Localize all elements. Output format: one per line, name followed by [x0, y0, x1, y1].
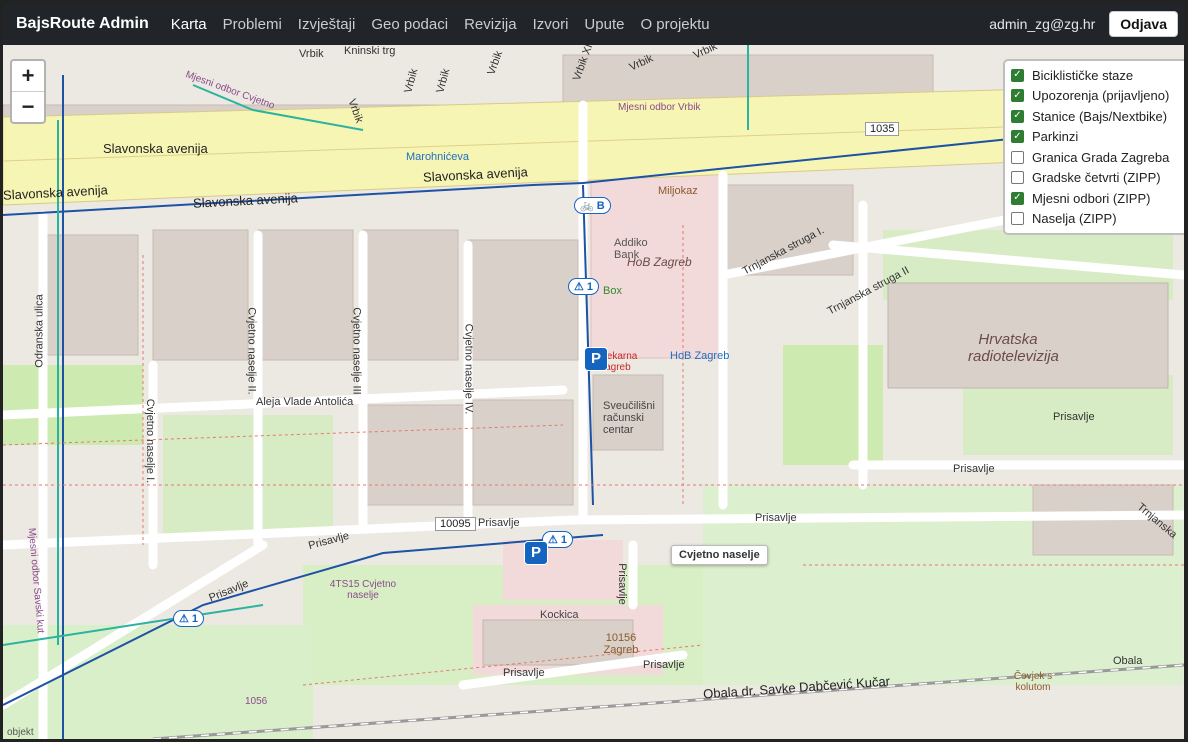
layer-label: Stanice (Bajs/Nextbike) [1032, 108, 1168, 124]
warning-marker[interactable]: ⚠ 1 [173, 610, 205, 627]
zoom-in-button[interactable]: + [12, 61, 44, 92]
nav-revizija[interactable]: Revizija [464, 16, 517, 33]
layer-label: Upozorenja (prijavljeno) [1032, 88, 1170, 104]
layer-local-boards[interactable]: ✓ Mjesni odbori (ZIPP) [1011, 188, 1184, 209]
checkbox[interactable] [1011, 171, 1024, 185]
logout-button[interactable]: Odjava [1109, 11, 1178, 37]
nav-problemi[interactable]: Problemi [223, 16, 282, 33]
checkbox[interactable]: ✓ [1011, 191, 1024, 205]
map-label-prisavlje: Prisavlje [755, 512, 797, 524]
map-label-miljokaz: Miljokaz [658, 185, 698, 197]
map-label-vrbik: Vrbik [299, 48, 324, 60]
station-marker[interactable]: 🚲 B [574, 197, 611, 214]
station-label: B [596, 200, 605, 212]
layer-districts[interactable]: Gradske četvrti (ZIPP) [1011, 168, 1184, 189]
map-label-mjesni-odbor-vrbik: Mjesni odbor Vrbik [618, 102, 701, 113]
map-label-ljekarna: Ljekarna Zagreb [599, 351, 638, 373]
map-label-4ts15: 4TS15 Cvjetno naselje [329, 579, 397, 601]
map-label-odranska: Odranska ulica [33, 294, 46, 368]
map-label-covjek: Čovjek s kolutom [1013, 671, 1053, 693]
layers-control: ✓ Biciklističke staze ✓ Upozorenja (prijav… [1003, 59, 1184, 235]
navbar: BajsRoute Admin Karta Problemi Izvještaj… [3, 3, 1184, 45]
layer-parking[interactable]: ✓ Parkinzi [1011, 127, 1184, 148]
map-label-aleja: Aleja Vlade Antolića [256, 396, 354, 408]
layer-label: Biciklističke staze [1032, 67, 1134, 83]
layer-label: Granica Grada Zagreba [1032, 149, 1170, 165]
map-label-hrt: Hrvatska radiotelevizija [968, 331, 1059, 365]
layer-label: Gradske četvrti (ZIPP) [1032, 170, 1161, 186]
map-label-cvjetno-iv: Cvjetno naselje IV. [462, 323, 475, 415]
map-label-hob-car: HoB Zagreb [670, 350, 730, 362]
map-label-box: Box [603, 285, 622, 297]
parking-marker[interactable]: P [524, 541, 548, 565]
map-label-objekt: objekt [7, 727, 34, 738]
nav-izvjestaji[interactable]: Izvještaji [298, 16, 356, 33]
map-label-cvjetno-ii: Cvjetno naselje II. [245, 307, 258, 395]
app-frame: BajsRoute Admin Karta Problemi Izvještaj… [3, 3, 1184, 739]
map-label-hob: HoB Zagreb [627, 255, 692, 269]
nav-geo-podaci[interactable]: Geo podaci [371, 16, 448, 33]
checkbox[interactable] [1011, 150, 1024, 164]
nav-upute[interactable]: Upute [584, 16, 624, 33]
checkbox[interactable]: ✓ [1011, 89, 1024, 103]
zoom-out-button[interactable]: − [12, 92, 44, 122]
checkbox[interactable]: ✓ [1011, 68, 1024, 82]
map-label-prisavlje: Prisavlje [503, 667, 545, 679]
map-label-marohniceva: Marohnićeva [406, 151, 469, 163]
map-label-post: 10156 Zagreb [603, 632, 639, 656]
map-label-ref-1035: 1035 [865, 122, 900, 136]
warning-marker[interactable]: ⚠ 1 [568, 278, 600, 295]
map-label-prisavlje: Prisavlje [643, 659, 685, 671]
map-view[interactable]: Vrbik Kninski trg Vrbik Vrbik Vrbik Vrbi… [3, 45, 1184, 739]
zoom-control: + − [10, 59, 46, 124]
checkbox[interactable]: ✓ [1011, 109, 1024, 123]
map-label-kninski-trg: Kninski trg [344, 45, 396, 57]
map-label-ref-10095: 10095 [435, 517, 476, 531]
nav-izvori[interactable]: Izvori [533, 16, 569, 33]
checkbox[interactable]: ✓ [1011, 130, 1024, 144]
layer-settlements[interactable]: Naselja (ZIPP) [1011, 209, 1184, 230]
map-label-slavonska: Slavonska avenija [103, 141, 208, 156]
user-email: admin_zg@zg.hr [989, 16, 1096, 32]
map-label-sveucilisni: Sveučilišni računski centar [603, 400, 655, 436]
map-label-prisavlje: Prisavlje [478, 517, 520, 529]
layer-bike-paths[interactable]: ✓ Biciklističke staze [1011, 65, 1184, 86]
map-label-kockica: Kockica [540, 609, 579, 621]
brand[interactable]: BajsRoute Admin [16, 15, 149, 33]
checkbox[interactable] [1011, 212, 1024, 226]
map-label-ref-1056: 1056 [245, 696, 268, 707]
map-label-cvjetno-i: Cvjetno naselje I. [144, 398, 157, 484]
parking-marker[interactable]: P [584, 347, 608, 371]
nav-o-projektu[interactable]: O projektu [640, 16, 709, 33]
map-label-prisavlje: Prisavlje [953, 463, 995, 475]
layer-stations[interactable]: ✓ Stanice (Bajs/Nextbike) [1011, 106, 1184, 127]
map-label-prisavlje: Prisavlje [1053, 411, 1095, 423]
map-tooltip: Cvjetno naselje [671, 545, 768, 565]
layer-label: Parkinzi [1032, 129, 1079, 145]
nav-karta[interactable]: Karta [171, 16, 207, 33]
map-label-obala: Obala [1113, 655, 1143, 667]
map-label-cvjetno-iii: Cvjetno naselje III [350, 307, 363, 395]
layer-city-boundary[interactable]: Granica Grada Zagreba [1011, 147, 1184, 168]
bicycle-icon: 🚲 [580, 200, 594, 212]
layer-warnings[interactable]: ✓ Upozorenja (prijavljeno) [1011, 86, 1184, 107]
map-label-prisavlje: Prisavlje [615, 563, 628, 605]
layer-label: Naselja (ZIPP) [1032, 211, 1117, 227]
layer-label: Mjesni odbori (ZIPP) [1032, 190, 1151, 206]
